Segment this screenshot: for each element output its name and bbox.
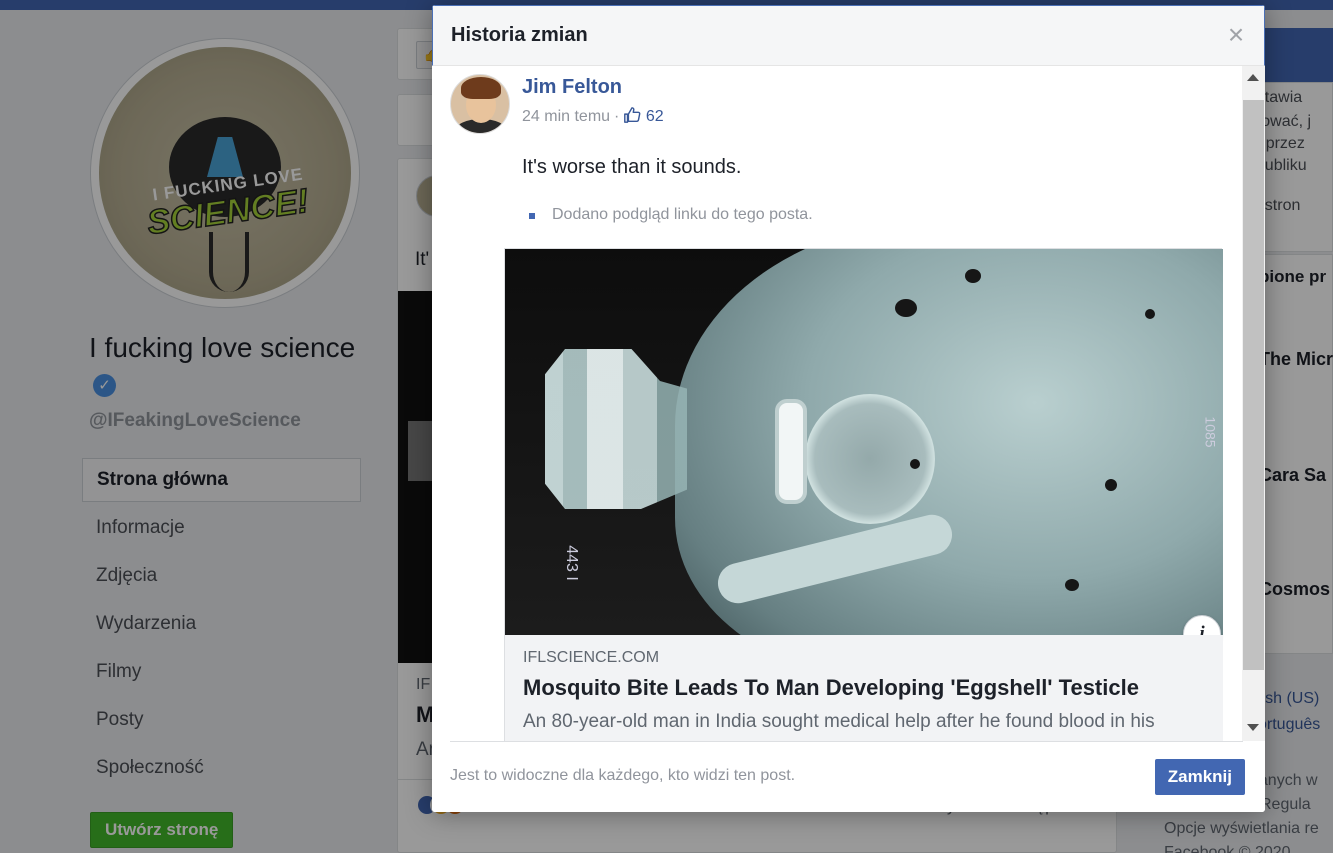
post-timestamp[interactable]: 24 min temu: [522, 108, 610, 125]
edit-history-dialog: Historia zmian × Jim Felton 24 min temu ·…: [432, 5, 1265, 812]
dialog-title: Historia zmian: [451, 24, 588, 46]
scan-dot: [965, 269, 981, 283]
dialog-footer: Jest to widoczne dla każdego, kto widzi …: [432, 741, 1265, 812]
link-preview[interactable]: 443 I 1085 i IFLSCIENCE.COM Mosquito Bit…: [504, 248, 1223, 741]
dialog-body: Jim Felton 24 min temu · 62 It's worse th…: [432, 66, 1242, 741]
link-domain: IFLSCIENCE.COM: [523, 649, 660, 666]
thumbs-up-icon: [624, 107, 641, 123]
change-description: Dodano podgląd linku do tego posta.: [552, 206, 813, 223]
visibility-note: Jest to widoczne dla każdego, kto widzi …: [450, 767, 796, 784]
close-icon[interactable]: ×: [1224, 20, 1248, 50]
link-preview-image[interactable]: 443 I 1085: [505, 249, 1223, 635]
link-preview-text[interactable]: IFLSCIENCE.COM Mosquito Bite Leads To Ma…: [505, 635, 1223, 741]
post-meta: 24 min temu · 62: [522, 106, 664, 126]
scroll-down-icon[interactable]: [1247, 724, 1259, 731]
scroll-thumb[interactable]: [1243, 100, 1264, 670]
dialog-scrollbar[interactable]: [1242, 66, 1265, 741]
close-button[interactable]: Zamknij: [1154, 759, 1245, 795]
author-name[interactable]: Jim Felton: [522, 76, 622, 99]
dialog-header: Historia zmian ×: [432, 5, 1265, 66]
scan-label: 443 I: [562, 545, 580, 581]
scan-clip: [775, 399, 807, 504]
scan-dot: [910, 459, 920, 469]
like-count[interactable]: 62: [646, 108, 664, 125]
scan-dot: [1065, 579, 1079, 591]
scan-dot: [1105, 479, 1117, 491]
link-title[interactable]: Mosquito Bite Leads To Man Developing 'E…: [523, 675, 1139, 701]
post-message: It's worse than it sounds.: [522, 156, 742, 178]
divider: [450, 741, 1243, 742]
scan-dot: [895, 299, 917, 317]
meta-separator: ·: [614, 108, 620, 125]
scan-label: 1085: [1202, 416, 1219, 448]
author-avatar[interactable]: [450, 74, 510, 134]
change-list-item: Dodano podgląd linku do tego posta.: [529, 206, 813, 224]
link-description: An 80-year-old man in India sought medic…: [523, 711, 1155, 732]
scroll-up-icon[interactable]: [1247, 74, 1259, 81]
scan-dot: [1145, 309, 1155, 319]
avatar-hair: [461, 77, 501, 99]
